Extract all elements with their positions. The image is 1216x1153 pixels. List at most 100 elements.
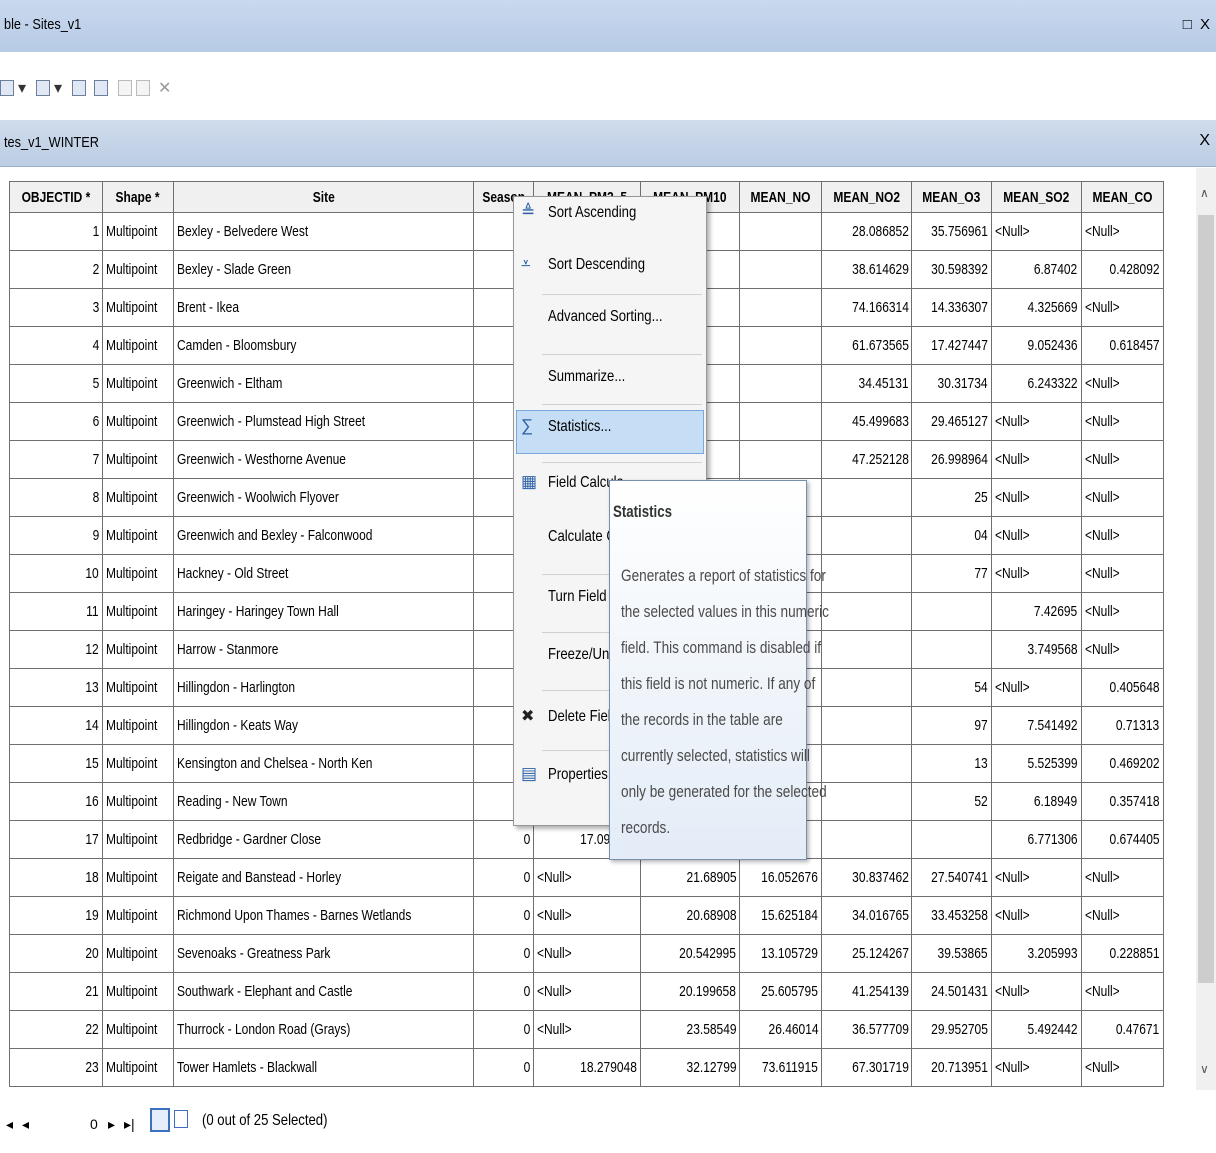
table-cell[interactable]: 0 [472,934,535,973]
table-cell[interactable]: 0.228851 [1080,934,1164,973]
next-record-icon[interactable]: ▸ [108,1116,115,1133]
table-cell[interactable]: Multipoint [101,554,175,593]
table-cell[interactable]: 20 [9,934,103,973]
dropdown-arrow-icon[interactable]: ▾ [54,78,62,98]
table-cell[interactable]: <Null> [1080,1048,1164,1087]
scroll-up-icon[interactable]: ∧ [1200,186,1209,200]
menu-item-sort-descending[interactable]: Sort Descending [548,256,645,274]
table-cell[interactable]: 14.336307 [911,288,992,327]
column-header[interactable]: Shape * [101,181,175,213]
table-cell[interactable]: 5 [9,364,103,403]
table-cell[interactable]: <Null> [991,440,1082,479]
table-cell[interactable] [821,744,913,783]
table-cell[interactable]: Multipoint [101,440,175,479]
table-cell[interactable]: Multipoint [101,820,175,859]
table-cell[interactable]: 0 [472,820,535,859]
table-cell[interactable]: 29.952705 [911,1010,992,1049]
table-cell[interactable] [821,706,913,745]
table-cell[interactable] [821,630,913,669]
table-cell[interactable]: Harrow - Stanmore [173,630,474,669]
table-cell[interactable]: Bexley - Slade Green [173,250,474,289]
table-cell[interactable]: <Null> [991,1048,1082,1087]
table-cell[interactable]: Multipoint [101,706,175,745]
table-cell[interactable]: Hillingdon - Harlington [173,668,474,707]
table-cell[interactable]: <Null> [991,402,1082,441]
table-cell[interactable]: 15 [9,744,103,783]
table-cell[interactable]: 04 [911,516,992,555]
menu-item-statistics[interactable]: Statistics... [548,418,611,436]
table-cell[interactable]: 33.453258 [911,896,992,935]
table-cell[interactable]: 7.541492 [991,706,1082,745]
table-row[interactable]: 18 Multipoint Reigate and Banstead - Horle… [9,858,1164,897]
table-cell[interactable]: Greenwich - Plumstead High Street [173,402,474,441]
table-cell[interactable]: 8 [9,478,103,517]
table-cell[interactable]: Richmond Upon Thames - Barnes Wetlands [173,896,474,935]
table-cell[interactable]: 0.469202 [1080,744,1164,783]
table-cell[interactable]: 27.540741 [911,858,992,897]
table-cell[interactable]: 16 [9,782,103,821]
table-cell[interactable]: 3.749568 [991,630,1082,669]
column-header[interactable]: MEAN_CO [1080,181,1164,213]
table-cell[interactable] [739,250,823,289]
table-cell[interactable]: 12 [9,630,103,669]
table-cell[interactable]: Multipoint [101,326,175,365]
table-cell[interactable]: 0.405648 [1080,668,1164,707]
table-cell[interactable]: 0 [472,1010,535,1049]
table-cell[interactable]: <Null> [1080,212,1164,251]
table-cell[interactable]: <Null> [991,972,1082,1011]
table-cell[interactable]: <Null> [1080,896,1164,935]
table-cell[interactable]: 35.756961 [911,212,992,251]
table-cell[interactable]: <Null> [991,478,1082,517]
table-cell[interactable]: <Null> [1080,592,1164,631]
table-cell[interactable]: Reading - New Town [173,782,474,821]
table-cell[interactable]: Redbridge - Gardner Close [173,820,474,859]
table-cell[interactable] [821,782,913,821]
table-cell[interactable]: 21 [9,972,103,1011]
table-cell[interactable]: 34.016765 [821,896,913,935]
table-cell[interactable]: 20.542995 [640,934,741,973]
table-cell[interactable]: 5.525399 [991,744,1082,783]
table-cell[interactable]: 19 [9,896,103,935]
table-cell[interactable]: 13.105729 [739,934,823,973]
table-cell[interactable]: Haringey - Haringey Town Hall [173,592,474,631]
table-cell[interactable]: 1 [9,212,103,251]
table-cell[interactable]: 39.53865 [911,934,992,973]
delete-selected-icon[interactable]: ✕ [158,78,171,98]
table-cell[interactable]: 20.199658 [640,972,741,1011]
table-options-icon[interactable] [0,80,14,96]
table-cell[interactable]: <Null> [991,212,1082,251]
window-controls[interactable]: □ X [1183,16,1212,33]
table-cell[interactable] [821,516,913,555]
table-cell[interactable]: <Null> [533,896,642,935]
table-cell[interactable]: 7 [9,440,103,479]
table-cell[interactable]: 29.465127 [911,402,992,441]
table-cell[interactable]: 4.325669 [991,288,1082,327]
menu-item-delete-field[interactable]: Delete Field [548,708,618,726]
table-cell[interactable]: Reigate and Banstead - Horley [173,858,474,897]
table-cell[interactable]: 0.71313 [1080,706,1164,745]
table-cell[interactable]: <Null> [991,516,1082,555]
table-cell[interactable]: <Null> [533,934,642,973]
table-cell[interactable]: 30.598392 [911,250,992,289]
table-cell[interactable]: 74.166314 [821,288,913,327]
table-cell[interactable]: <Null> [991,896,1082,935]
menu-item-summarize[interactable]: Summarize... [548,368,625,386]
table-cell[interactable]: Bexley - Belvedere West [173,212,474,251]
table-cell[interactable]: 67.301719 [821,1048,913,1087]
table-cell[interactable]: Multipoint [101,858,175,897]
previous-record-icon[interactable]: ◂ [22,1116,29,1133]
table-cell[interactable]: 36.577709 [821,1010,913,1049]
table-cell[interactable]: 0.428092 [1080,250,1164,289]
table-cell[interactable]: Multipoint [101,592,175,631]
table-row[interactable]: 19 Multipoint Richmond Upon Thames - Barne… [9,896,1164,935]
table-cell[interactable]: 17 [9,820,103,859]
table-cell[interactable]: Greenwich - Westhorne Avenue [173,440,474,479]
table-cell[interactable]: 6.243322 [991,364,1082,403]
column-header[interactable]: MEAN_NO [739,181,823,213]
table-cell[interactable]: Multipoint [101,478,175,517]
table-cell[interactable]: 77 [911,554,992,593]
table-cell[interactable]: <Null> [991,668,1082,707]
table-cell[interactable]: 6.87402 [991,250,1082,289]
table-cell[interactable] [911,592,992,631]
table-cell[interactable] [739,440,823,479]
